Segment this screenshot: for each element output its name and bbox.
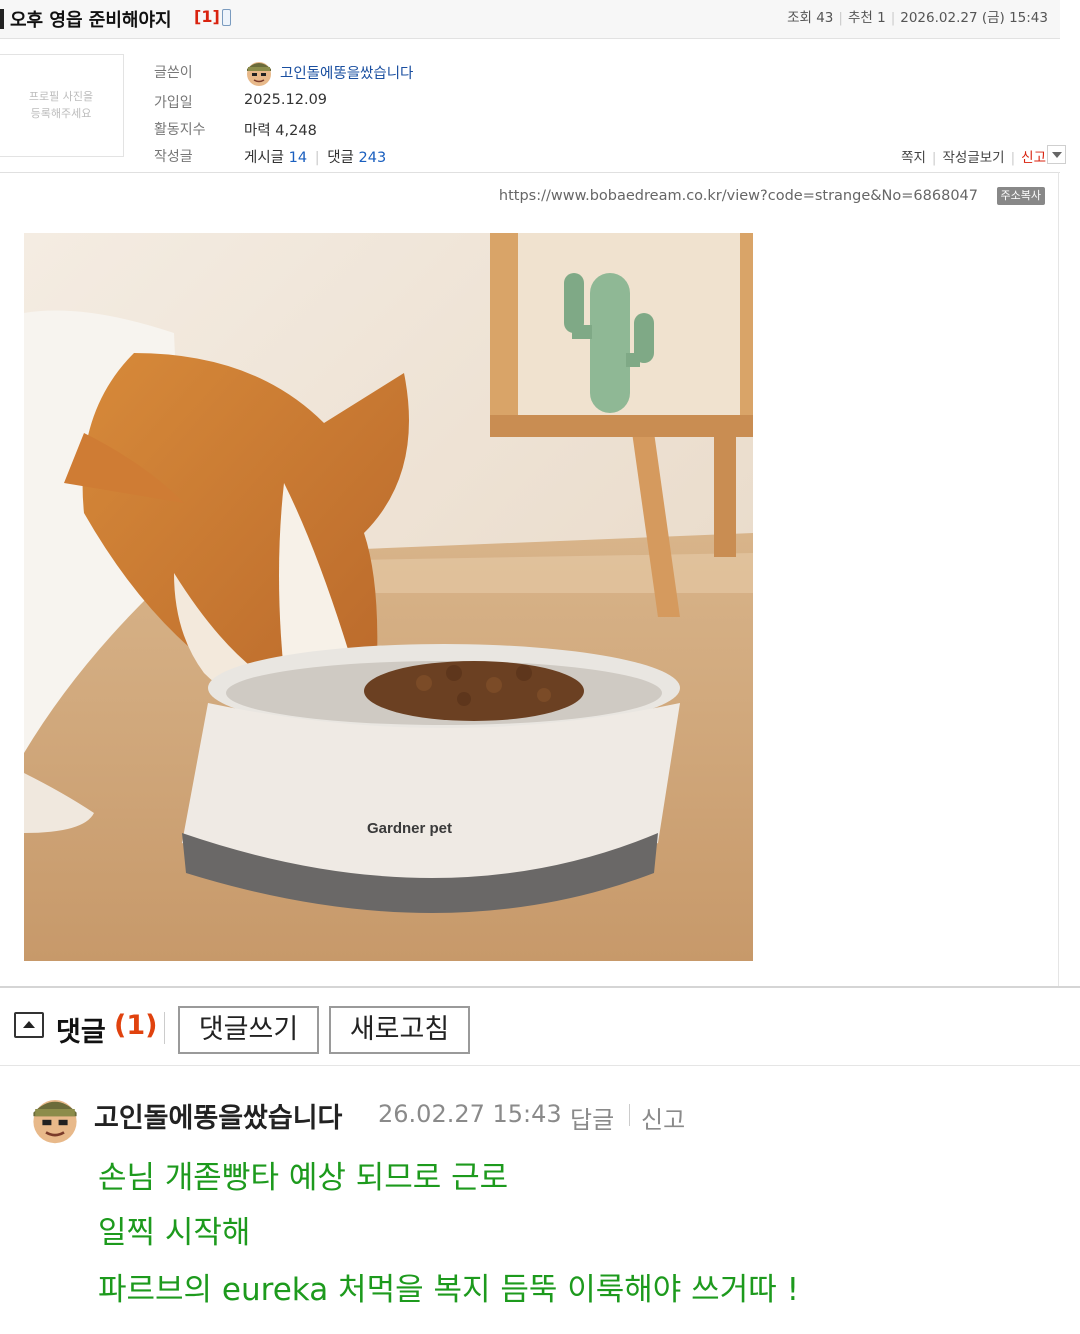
post-meta: 조회 43 | 추천 1 | 2026.02.27 (금) 15:43 xyxy=(787,10,1048,26)
activity-value: 마력 4,248 xyxy=(244,123,317,139)
comments-divider xyxy=(0,986,1080,988)
copy-url-button[interactable]: 주소복사 xyxy=(996,187,1045,205)
activity-label: 활동지수 xyxy=(154,122,206,138)
comment-text-line: 일찍 시작해 xyxy=(98,1215,251,1251)
write-comment-button[interactable]: 댓글쓰기 xyxy=(178,1006,319,1054)
author-actions: 쪽지 | 작성글보기 | 신고 xyxy=(901,150,1046,166)
writer-label: 글쓴이 xyxy=(154,65,193,81)
view-count: 조회 43 xyxy=(787,10,834,26)
comment-author-name[interactable]: 고인돌에똥을쌌습니다 xyxy=(94,1096,342,1135)
post-url: https://www.bobaedream.co.kr/view?code=s… xyxy=(498,188,978,204)
comment-list-divider xyxy=(0,1065,1080,1066)
collapse-comments-button[interactable] xyxy=(14,1012,44,1038)
reply-link[interactable]: 답글 xyxy=(570,1100,614,1135)
refresh-button[interactable]: 새로고침 xyxy=(329,1006,470,1054)
chevron-down-icon[interactable] xyxy=(1047,145,1066,164)
content-border xyxy=(1058,172,1059,986)
report-author-link[interactable]: 신고 xyxy=(1021,150,1046,166)
comment-count-badge[interactable]: [1] xyxy=(194,7,220,26)
send-message-link[interactable]: 쪽지 xyxy=(901,150,926,166)
bowl-brand-text: Gardner pet xyxy=(367,820,452,837)
post-title: 오후 영읍 준비해야지 xyxy=(10,10,172,31)
posts-label: 작성글 xyxy=(154,149,193,165)
posts-prefix: 게시글 xyxy=(244,150,285,166)
posts-count-link[interactable]: 14 xyxy=(289,150,307,166)
comments-prefix: 댓글 xyxy=(327,150,354,166)
report-comment-link[interactable]: 신고 xyxy=(641,1100,685,1135)
comments-count-link[interactable]: 243 xyxy=(359,150,387,166)
profile-placeholder-line1: 프로필 사진을 xyxy=(28,90,94,103)
author-avatar[interactable] xyxy=(244,57,274,87)
recommend-count: 추천 1 xyxy=(847,10,886,26)
commenter-avatar[interactable] xyxy=(28,1091,82,1145)
comments-count: (1) xyxy=(114,1010,158,1041)
title-marker xyxy=(0,9,4,29)
heading-divider xyxy=(164,1012,165,1044)
posts-summary: 게시글 14 | 댓글 243 xyxy=(244,150,387,166)
post-datetime: 2026.02.27 (금) 15:43 xyxy=(900,10,1048,26)
comment-text-line: 손님 개졷빵타 예상 되므로 근로 xyxy=(98,1160,509,1196)
comment-date: 26.02.27 15:43 xyxy=(378,1100,562,1128)
comments-heading: 댓글 xyxy=(56,1017,106,1048)
post-image-corgi-eating: Gardner pet xyxy=(24,233,753,961)
view-posts-link[interactable]: 작성글보기 xyxy=(942,150,1004,166)
author-name-link[interactable]: 고인돌에똥을쌌습니다 xyxy=(280,62,413,83)
joined-label: 가입일 xyxy=(154,95,193,111)
joined-value: 2025.12.09 xyxy=(244,92,328,108)
mobile-icon xyxy=(222,9,231,26)
comment-action-divider xyxy=(629,1104,630,1126)
profile-placeholder-line2: 등록해주세요 xyxy=(30,107,92,120)
profile-photo-placeholder: 프로필 사진을 등록해주세요 xyxy=(0,54,124,157)
comment-text-line: 파르브의 eureka 처먹을 복지 듬뚝 이룩해야 쓰거따 ! xyxy=(98,1272,800,1308)
